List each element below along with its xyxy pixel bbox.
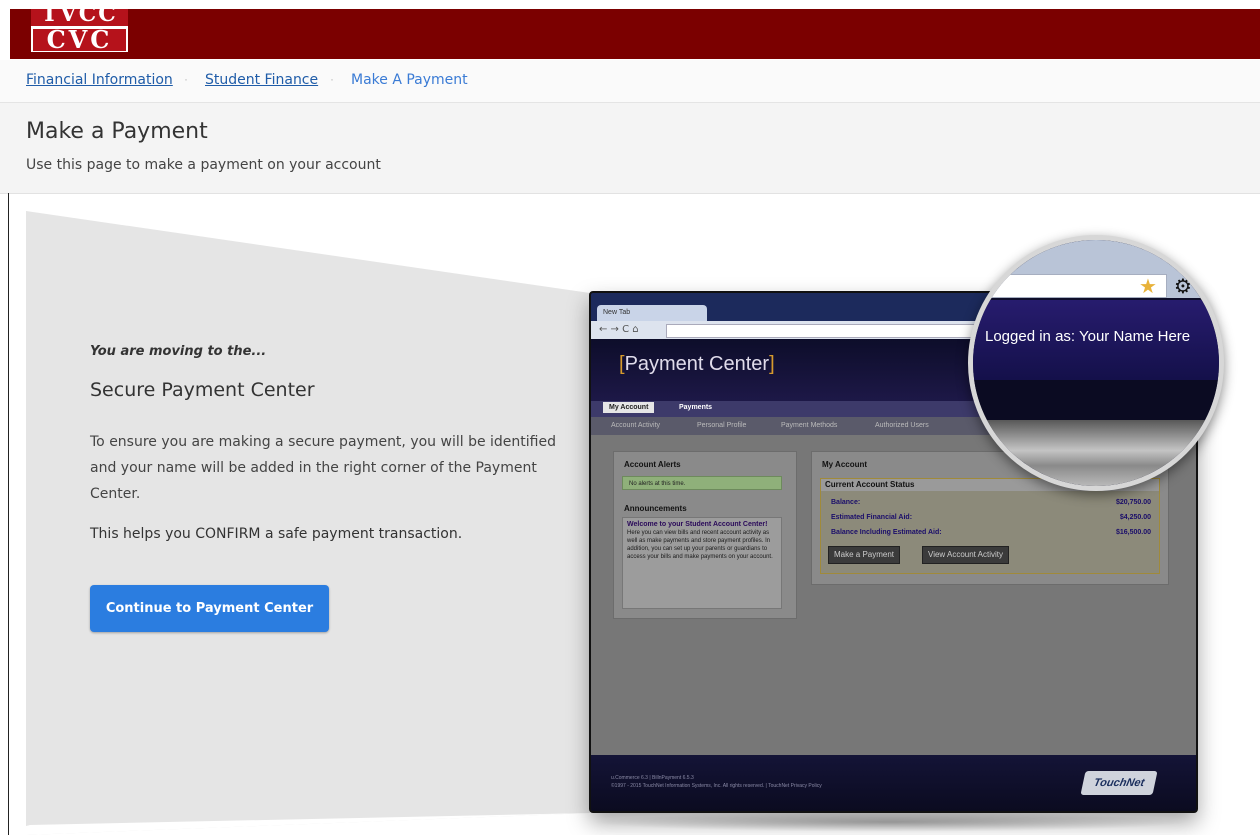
preview-view-activity-button: View Account Activity <box>922 546 1009 564</box>
touchnet-logo: TouchNet <box>1080 771 1158 795</box>
preview-aid-label: Estimated Financial Aid: <box>831 514 913 521</box>
page-subtitle: Use this page to make a payment on your … <box>26 157 381 173</box>
left-border-line <box>8 193 9 835</box>
preview-alerts-panel: Account Alerts No alerts at this time. A… <box>613 451 797 619</box>
preview-subtab-methods: Payment Methods <box>781 422 838 429</box>
brand-bar <box>10 9 1260 59</box>
preview-footer: u.Commerce 6.3 | BillnPayment 6.5.3 ©199… <box>591 755 1196 811</box>
preview-subtab-users: Authorized Users <box>875 422 929 429</box>
logo-bottom-text: CVC <box>33 28 126 52</box>
breadcrumb: Financial Information · Student Finance … <box>0 60 1260 103</box>
preview-welcome-title: Welcome to your Student Account Center! <box>627 521 768 528</box>
preview-subtab-activity: Account Activity <box>611 422 661 429</box>
preview-browser-tab: New Tab <box>597 305 707 321</box>
magnifier-silver-band <box>973 420 1219 486</box>
preview-balance-value: $20,750.00 <box>1115 499 1151 506</box>
preview-welcome-text: Here you can view bills and recent accou… <box>627 530 773 560</box>
preview-make-payment-button: Make a Payment <box>828 546 901 564</box>
preview-net-row: Balance Including Estimated Aid: $16,500.… <box>831 529 1151 536</box>
continue-to-payment-center-button[interactable]: Continue to Payment Center <box>90 585 329 632</box>
preview-footer-copyright: ©1997 - 2015 TouchNet Information System… <box>611 783 822 789</box>
preview-announcements-title: Announcements <box>624 504 687 513</box>
preview-title-text: Payment Center <box>624 353 770 375</box>
breadcrumb-separator: · <box>184 72 188 86</box>
preview-aid-row: Estimated Financial Aid: $4,250.00 <box>831 514 1151 521</box>
preview-net-label: Balance Including Estimated Aid: <box>831 529 942 536</box>
preview-subtab-profile: Personal Profile <box>697 422 747 429</box>
breadcrumb-financial-information[interactable]: Financial Information <box>26 72 173 88</box>
page-title: Make a Payment <box>26 119 208 144</box>
preview-bracket-close: ] <box>769 353 775 375</box>
breadcrumb-separator: · <box>330 72 334 86</box>
moving-notice: You are moving to the... <box>90 344 267 359</box>
preview-tab-payments: Payments <box>679 404 713 411</box>
top-banner: TVCC CVC <box>0 0 1260 60</box>
preview-net-value: $16,500.00 <box>1115 529 1151 536</box>
preview-aid-value: $4,250.00 <box>1119 514 1151 521</box>
preview-title: [Payment Center] <box>619 353 775 376</box>
preview-alerts-title: Account Alerts <box>624 460 681 469</box>
identification-paragraph: To ensure you are making a secure paymen… <box>90 434 556 502</box>
preview-footer-version: u.Commerce 6.3 | BillnPayment 6.5.3 <box>611 775 694 781</box>
breadcrumb-student-finance[interactable]: Student Finance <box>205 72 318 88</box>
logged-in-label: Logged in as: Your Name Here <box>985 328 1191 345</box>
logo-top-text: TVCC <box>31 9 128 26</box>
preview-my-account-title: My Account <box>822 460 868 469</box>
page-header: Make a Payment Use this page to make a p… <box>0 103 1260 194</box>
star-icon: ★ <box>1139 274 1157 298</box>
preview-shadow <box>590 812 1190 832</box>
magnifier-dark-band <box>973 380 1219 420</box>
perspective-panel <box>26 211 590 835</box>
preview-nav-icons: ← → C ⌂ <box>599 324 639 335</box>
preview-balance-row: Balance: $20,750.00 <box>831 499 1151 506</box>
preview-alerts-box: No alerts at this time. <box>622 476 782 490</box>
college-logo[interactable]: TVCC CVC <box>31 9 128 52</box>
gear-icon: ⚙ <box>1174 274 1192 298</box>
preview-announcements-box: Welcome to your Student Account Center! … <box>622 517 782 609</box>
preview-balance-label: Balance: <box>831 499 861 506</box>
breadcrumb-current: Make A Payment <box>351 72 468 88</box>
preview-tab-my-account: My Account <box>603 402 655 413</box>
secure-heading: Secure Payment Center <box>90 379 315 401</box>
magnifier-zoom: ★ ⚙ Logged in as: Your Name Here <box>968 235 1224 491</box>
magnifier-address-bar <box>973 274 1167 298</box>
confirm-paragraph: This helps you CONFIRM a safe payment tr… <box>90 526 463 542</box>
